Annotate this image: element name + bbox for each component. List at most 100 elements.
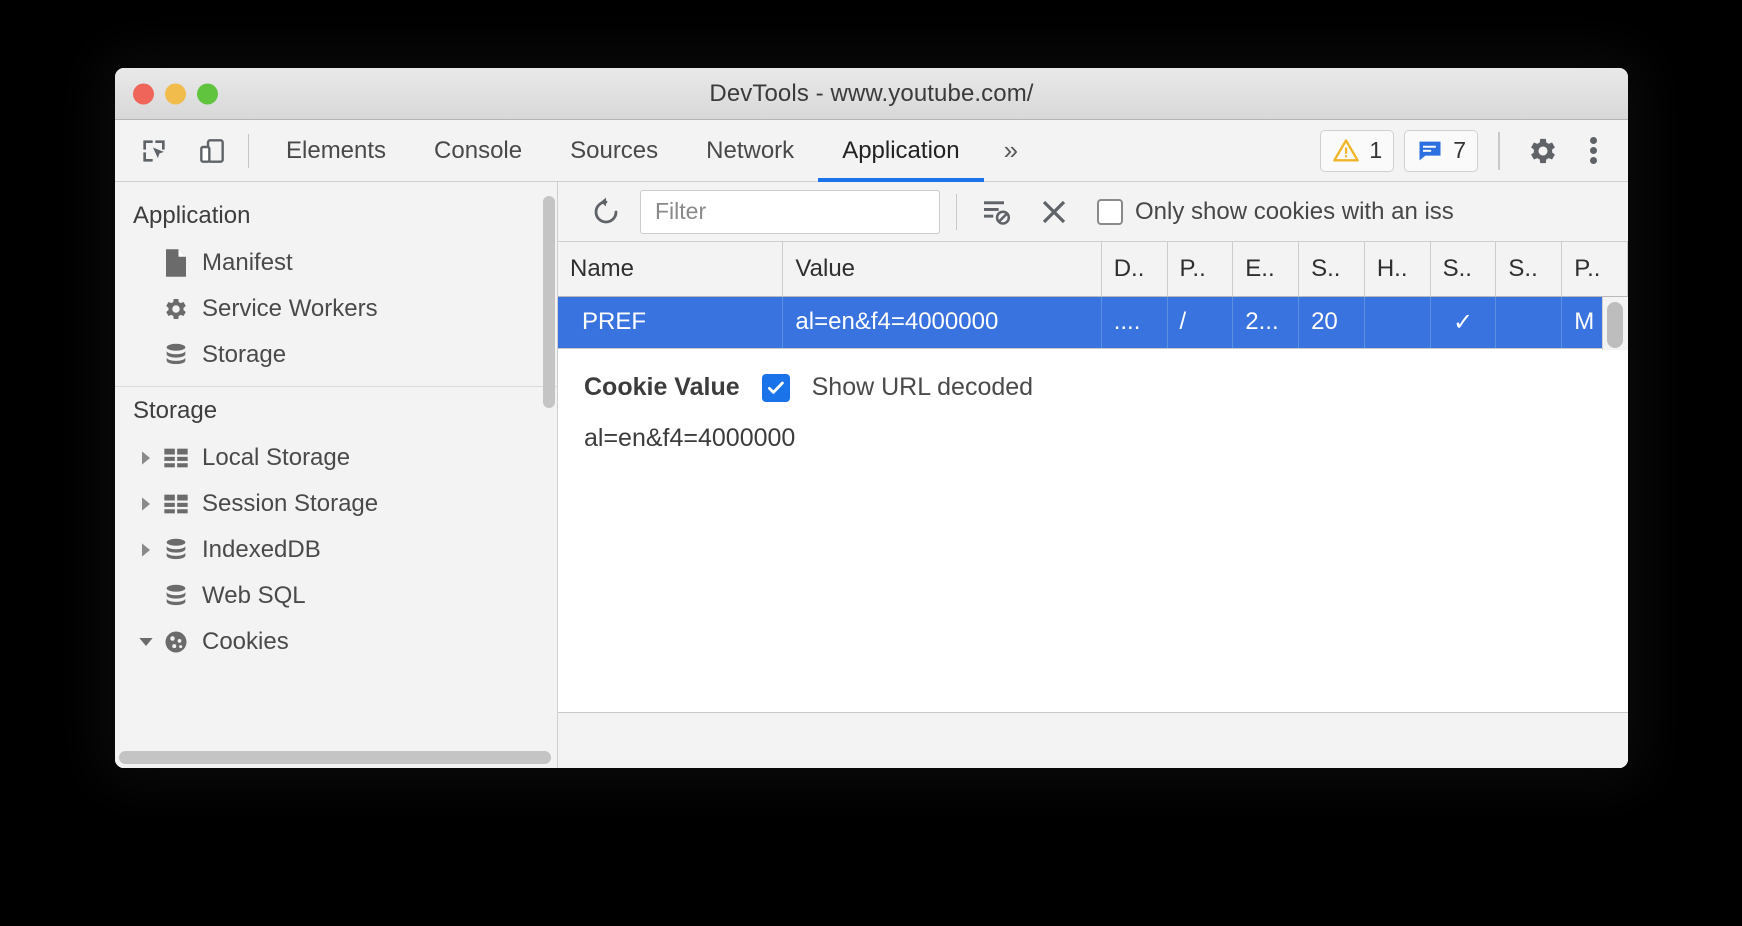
window-titlebar: DevTools - www.youtube.com/ [115,68,1628,120]
sidebar-item-label: IndexedDB [202,536,321,563]
panel-footer [558,712,1628,768]
cell-secure: ✓ [1430,296,1497,348]
sidebar-item-web-sql[interactable]: Web SQL [115,573,557,619]
sidebar-item-label: Local Storage [202,444,351,471]
document-icon [159,248,193,278]
sidebar-scroll-area: Application Manifest Service Workers Sto… [115,182,557,746]
warnings-badge[interactable]: 1 [1320,129,1395,172]
sidebar-vertical-scrollbar[interactable] [543,196,555,408]
sidebar-section-application: Application Manifest Service Workers Sto… [115,192,557,387]
message-bubble-icon [1419,141,1441,160]
tabstrip-right-tools: 1 7 [1320,120,1628,181]
column-header-samesite[interactable]: S.. [1495,242,1563,297]
cell-httponly [1364,296,1431,348]
cookie-icon [159,628,193,656]
cell-size: 20 [1298,296,1365,348]
application-sidebar: Application Manifest Service Workers Sto… [115,182,558,768]
tab-label: Network [706,136,795,164]
column-header-name[interactable]: Name [558,242,784,297]
column-header-path[interactable]: P.. [1167,242,1234,297]
sidebar-hscroll-thumb[interactable] [119,750,551,764]
sidebar-item-indexeddb[interactable]: IndexedDB [115,527,557,573]
tab-application[interactable]: Application [818,120,985,182]
column-header-secure[interactable]: S.. [1430,242,1497,297]
close-window-button[interactable] [133,83,154,104]
show-url-decoded-label: Show URL decoded [811,373,1034,401]
database-icon [159,341,193,369]
chevron-right-icon[interactable] [133,542,159,558]
filter-input[interactable] [640,189,940,234]
sidebar-item-cookies[interactable]: Cookies [115,619,557,665]
kebab-menu-icon[interactable] [1576,128,1610,174]
column-header-priority[interactable]: P.. [1561,242,1628,297]
more-tabs-label: » [1003,135,1019,165]
sidebar-item-service-workers[interactable]: Service Workers [115,286,557,332]
column-header-httponly[interactable]: H.. [1364,242,1431,297]
cookie-detail-header: Cookie Value Show URL decoded [584,373,1602,402]
only-show-issues-checkbox[interactable]: Only show cookies with an iss [1097,198,1454,226]
devtools-tabstrip: Elements Console Sources Network Applica… [115,120,1628,182]
clear-all-cookies-x-icon[interactable] [1031,189,1077,235]
toolbar-divider [956,193,957,230]
devtools-body: Application Manifest Service Workers Sto… [115,182,1628,768]
cell-samesite [1495,296,1563,348]
cookies-grid-wrapper: Name Value D.. P.. E.. S.. H.. S.. S.. P… [558,242,1628,350]
chevron-right-icon[interactable] [133,496,159,512]
sidebar-item-local-storage[interactable]: Local Storage [115,435,557,481]
sidebar-item-manifest[interactable]: Manifest [115,240,557,286]
column-header-size[interactable]: S.. [1298,242,1365,297]
inspect-element-icon[interactable] [131,128,177,174]
checkbox-label: Only show cookies with an iss [1135,197,1454,225]
device-toolbar-icon[interactable] [189,128,235,174]
chevron-down-icon[interactable] [133,634,159,650]
tab-label: Sources [570,136,659,164]
tools-divider [1498,131,1500,170]
chevron-right-icon[interactable] [133,450,159,466]
column-header-domain[interactable]: D.. [1101,242,1168,297]
cell-path: / [1167,296,1234,348]
table-row[interactable]: PREF al=en&f4=4000000 .... / 2... 20 ✓ M [558,296,1628,348]
sidebar-section-storage: Storage Local Storage Session Storage In… [115,387,557,673]
sidebar-horizontal-scrollbar[interactable] [115,746,557,768]
sidebar-item-storage[interactable]: Storage [115,332,557,378]
sidebar-item-label: Web SQL [202,582,306,609]
sidebar-item-label: Manifest [202,249,293,276]
grid-vertical-scroll-thumb[interactable] [1607,302,1623,348]
sidebar-item-session-storage[interactable]: Session Storage [115,481,557,527]
column-header-value[interactable]: Value [782,242,1102,297]
table-header-row: Name Value D.. P.. E.. S.. H.. S.. S.. P… [558,242,1628,297]
tabstrip-divider [248,134,249,168]
clear-filtered-cookies-icon[interactable] [973,189,1019,235]
refresh-icon[interactable] [582,188,630,236]
sidebar-item-label: Cookies [202,628,289,655]
messages-badge[interactable]: 7 [1404,129,1478,172]
tab-label: Console [434,136,523,164]
warning-triangle-icon [1333,138,1360,161]
column-header-expires[interactable]: E.. [1232,242,1300,297]
cookie-value-title: Cookie Value [584,373,740,401]
gear-icon [159,295,193,323]
tab-network[interactable]: Network [682,120,818,181]
tab-label: Elements [286,136,387,164]
checkbox-box[interactable] [1097,198,1123,225]
database-icon [159,536,193,564]
tab-sources[interactable]: Sources [546,120,682,181]
maximize-window-button[interactable] [197,83,218,104]
warnings-count: 1 [1369,137,1383,163]
cookies-panel: Only show cookies with an iss Name Value [558,182,1628,768]
cookie-value-detail: Cookie Value Show URL decoded al=en&f4=4… [558,348,1628,712]
table-icon [159,492,193,516]
tabstrip-left-icons [115,120,235,181]
more-tabs-chevron-icon[interactable]: » [984,120,1038,181]
minimize-window-button[interactable] [165,83,186,104]
show-url-decoded-checkbox[interactable] [761,373,790,402]
cookie-value-text: al=en&f4=4000000 [584,424,796,452]
devtools-window: DevTools - www.youtube.com/ Elements Con… [115,68,1628,768]
tab-elements[interactable]: Elements [262,120,410,181]
cell-value: al=en&f4=4000000 [782,296,1102,348]
gear-icon[interactable] [1520,128,1566,174]
tab-label: Application [842,136,960,164]
tab-console[interactable]: Console [410,120,546,181]
window-title: DevTools - www.youtube.com/ [709,79,1034,107]
sidebar-item-label: Storage [202,341,287,368]
